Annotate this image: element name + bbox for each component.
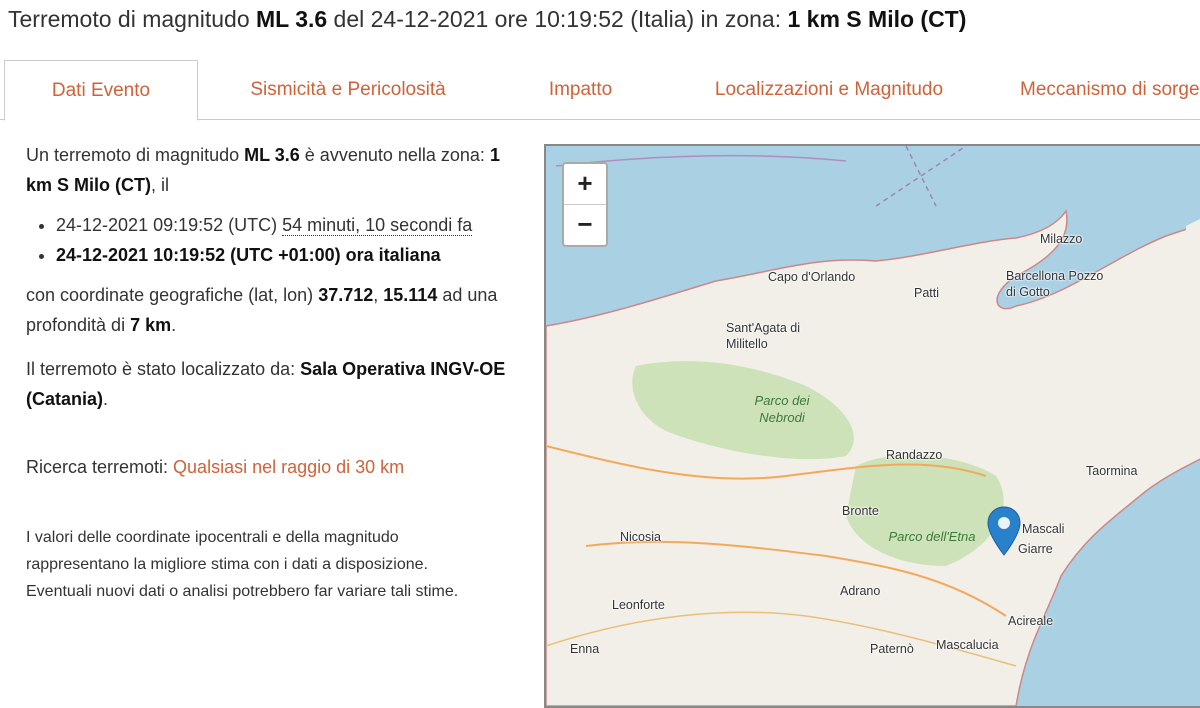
map-label-acireale: Acireale [1008, 614, 1054, 628]
map-label-taormina: Taormina [1086, 464, 1138, 478]
tab-impatto[interactable]: Impatto [498, 60, 663, 120]
disclaimer-note: I valori delle coordinate ipocentrali e … [26, 529, 459, 600]
zoom-in-button[interactable]: + [564, 164, 606, 204]
tab-sismicita[interactable]: Sismicità e Pericolosità [198, 60, 498, 120]
map-label-milazzo: Milazzo [1040, 232, 1083, 246]
map-label-mascali: Mascali [1022, 522, 1065, 536]
map-label-leonforte: Leonforte [612, 598, 665, 612]
map-label-mascalucia: Mascalucia [936, 638, 999, 652]
map-label-enna: Enna [570, 642, 600, 656]
map-park-etna: Parco dell'Etna [888, 529, 976, 544]
map-label-giarre: Giarre [1018, 542, 1053, 556]
time-list: 24-12-2021 09:19:52 (UTC) 54 minuti, 10 … [26, 210, 516, 270]
zoom-control: + − [562, 162, 608, 247]
map-tiles [546, 146, 1200, 706]
map-label-randazzo: Randazzo [886, 448, 943, 462]
located-by-text: Il terremoto è stato localizzato da: Sal… [26, 359, 506, 409]
tab-bar: Dati Evento Sismicità e Pericolosità Imp… [0, 60, 1200, 121]
intro-text: Un terremoto di magnitudo ML 3.6 è avven… [26, 145, 500, 195]
coordinates-text: con coordinate geografiche (lat, lon) 37… [26, 285, 498, 335]
elapsed-time: 54 minuti, 10 secondi fa [282, 215, 473, 236]
tab-localizzazioni[interactable]: Localizzazioni e Magnitudo [663, 60, 995, 120]
epicenter-marker-icon[interactable] [987, 506, 1021, 556]
map-label-santagata: Sant'Agata di Militello [726, 321, 800, 351]
list-item: 24-12-2021 10:19:52 (UTC +01:00) ora ita… [56, 240, 516, 270]
tab-meccanismo[interactable]: Meccanismo di sorgente [1020, 60, 1200, 120]
map-label-capo-dorlando: Capo d'Orlando [768, 270, 856, 284]
map-label-paterno: Paternò [870, 642, 914, 656]
zoom-out-button[interactable]: − [564, 205, 606, 245]
tab-dati-evento[interactable]: Dati Evento [4, 60, 198, 121]
search-radius-link[interactable]: Qualsiasi nel raggio di 30 km [173, 457, 404, 477]
map-label-adrano: Adrano [840, 584, 881, 598]
event-summary: Un terremoto di magnitudo ML 3.6 è avven… [26, 140, 516, 605]
map-label-bronte: Bronte [842, 504, 879, 518]
map-park-nebrodi: Parco dei Nebrodi [754, 393, 810, 425]
page-title: Terremoto di magnitudo ML 3.6 del 24-12-… [8, 6, 967, 32]
search-row: Ricerca terremoti: Qualsiasi nel raggio … [26, 457, 405, 477]
map-label-barcellona: Barcellona Pozzo di Gotto [1006, 269, 1104, 299]
map-label-nicosia: Nicosia [620, 530, 661, 544]
event-map[interactable]: + − Milazzo Capo d'Orlando Patti Barcell… [544, 144, 1200, 708]
list-item: 24-12-2021 09:19:52 (UTC) 54 minuti, 10 … [56, 210, 516, 240]
map-label-patti: Patti [914, 286, 940, 300]
